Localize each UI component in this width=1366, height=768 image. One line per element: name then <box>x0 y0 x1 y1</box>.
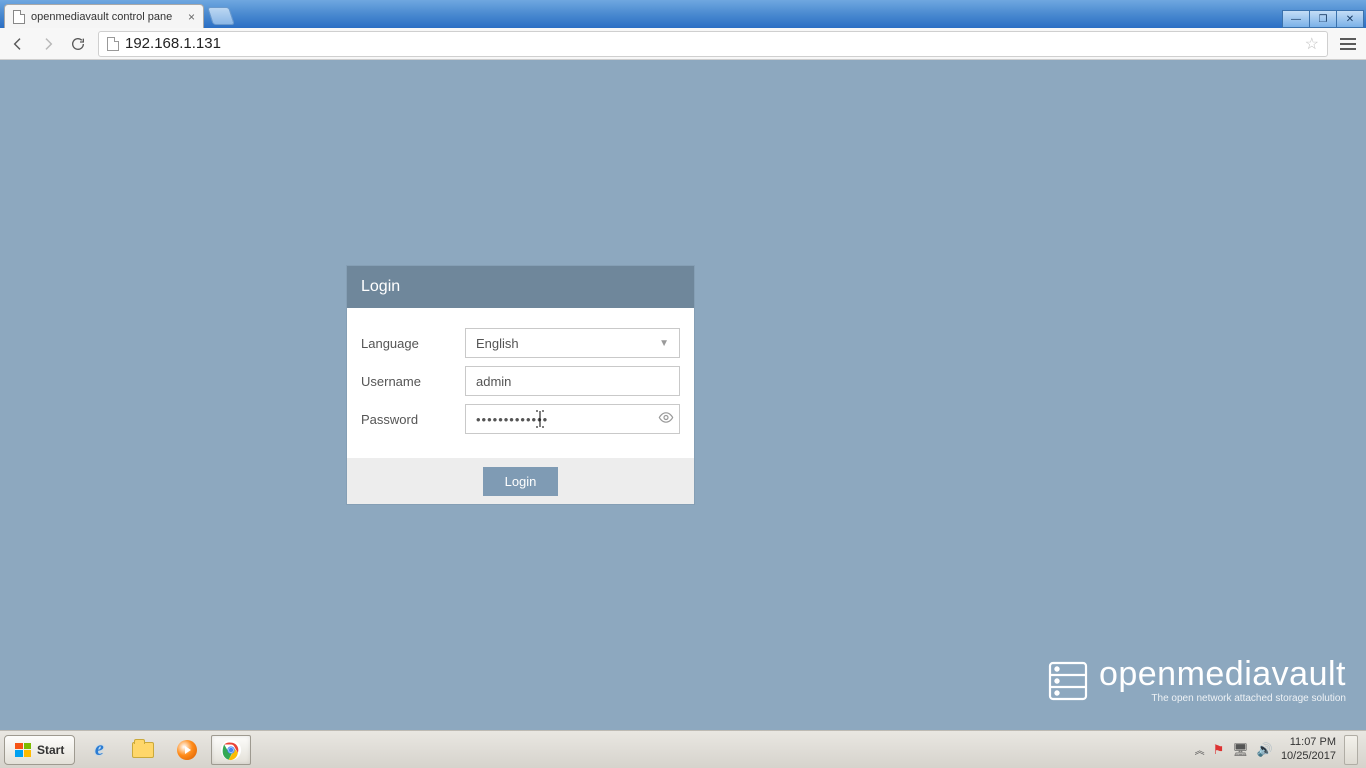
window-controls: — ❐ ✕ <box>1283 10 1364 28</box>
volume-icon[interactable]: 🔊 <box>1257 742 1273 758</box>
browser-titlebar: openmediavault control pane × — ❐ ✕ <box>0 0 1366 28</box>
language-value: English <box>476 336 519 351</box>
password-row: Password <box>361 404 680 434</box>
taskbar-chrome[interactable] <box>211 735 251 765</box>
password-label: Password <box>361 412 465 427</box>
taskbar-clock[interactable]: 11:07 PM 10/25/2017 <box>1281 736 1336 762</box>
start-button[interactable]: Start <box>4 735 75 765</box>
eye-icon[interactable] <box>658 410 674 429</box>
address-bar[interactable]: ☆ <box>98 31 1328 57</box>
username-label: Username <box>361 374 465 389</box>
reload-button[interactable] <box>68 34 88 54</box>
chrome-icon <box>220 739 242 761</box>
brand-logo: openmediavault The open network attached… <box>1047 657 1346 704</box>
login-button[interactable]: Login <box>483 467 559 496</box>
start-label: Start <box>37 743 64 757</box>
login-body: Language English ▼ Username Pas <box>347 308 694 458</box>
clock-date: 10/25/2017 <box>1281 750 1336 763</box>
page-icon <box>107 37 119 51</box>
login-footer: Login <box>347 458 694 504</box>
maximize-button[interactable]: ❐ <box>1309 10 1337 28</box>
browser-toolbar: ☆ <box>0 28 1366 60</box>
language-row: Language English ▼ <box>361 328 680 358</box>
close-window-button[interactable]: ✕ <box>1336 10 1364 28</box>
username-row: Username <box>361 366 680 396</box>
language-select[interactable]: English ▼ <box>465 328 680 358</box>
brand-tagline: The open network attached storage soluti… <box>1099 693 1346 704</box>
tray-expand-icon[interactable]: ︽ <box>1195 742 1205 757</box>
windows-logo-icon <box>15 743 31 757</box>
password-input[interactable] <box>465 404 680 434</box>
nas-icon <box>1047 660 1089 702</box>
browser-tab[interactable]: openmediavault control pane × <box>4 4 204 28</box>
login-header: Login <box>347 266 694 308</box>
tab-close-icon[interactable]: × <box>188 10 195 24</box>
taskbar-ie[interactable]: e <box>79 735 119 765</box>
taskbar-explorer[interactable] <box>123 735 163 765</box>
url-input[interactable] <box>125 35 1299 52</box>
browser-menu-button[interactable] <box>1338 34 1358 54</box>
minimize-button[interactable]: — <box>1282 10 1310 28</box>
tab-strip: openmediavault control pane × <box>4 0 232 28</box>
media-player-icon <box>177 740 197 760</box>
flag-icon[interactable]: ⚑ <box>1213 742 1225 758</box>
taskbar-media-player[interactable] <box>167 735 207 765</box>
desktop-window: openmediavault control pane × — ❐ ✕ ☆ <box>0 0 1366 768</box>
device-icon[interactable]: 🖥 <box>1232 742 1249 758</box>
ie-icon: e <box>95 738 104 761</box>
forward-button[interactable] <box>38 34 58 54</box>
username-input[interactable] <box>465 366 680 396</box>
new-tab-button[interactable] <box>207 7 235 25</box>
system-tray: ⚑ 🖥 🔊 <box>1213 742 1273 758</box>
back-button[interactable] <box>8 34 28 54</box>
clock-time: 11:07 PM <box>1281 736 1336 749</box>
folder-icon <box>132 742 154 758</box>
language-label: Language <box>361 336 465 351</box>
brand-name: openmediavault <box>1099 657 1346 691</box>
chevron-down-icon: ▼ <box>659 338 669 349</box>
page-viewport: Login Language English ▼ Username <box>0 60 1366 730</box>
login-panel: Login Language English ▼ Username <box>347 266 694 504</box>
windows-taskbar: Start e ︽ ⚑ 🖥 🔊 <box>0 730 1366 768</box>
show-desktop-button[interactable] <box>1344 735 1358 765</box>
page-icon <box>13 10 25 24</box>
bookmark-star-icon[interactable]: ☆ <box>1305 34 1319 54</box>
tab-title: openmediavault control pane <box>31 11 182 23</box>
